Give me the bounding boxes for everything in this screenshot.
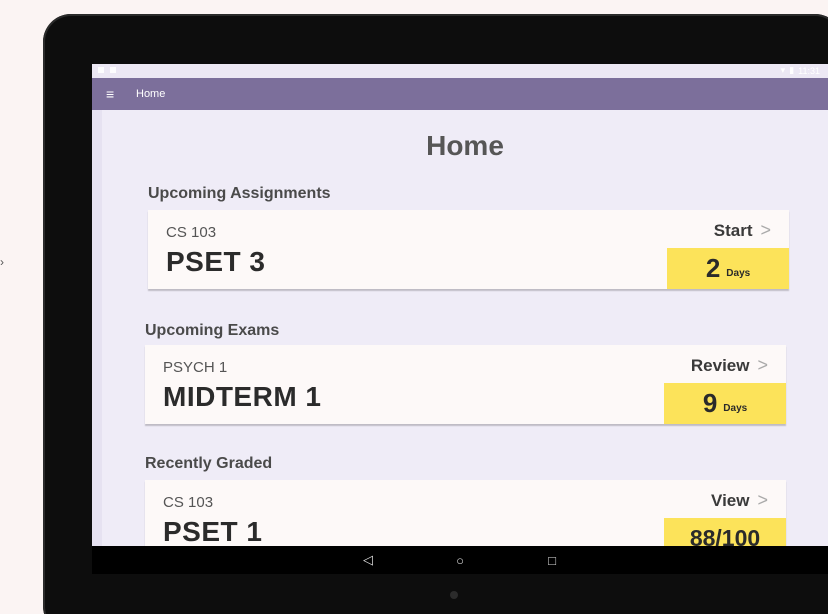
card-course: PSYCH 1 xyxy=(163,359,228,376)
main-content[interactable]: Home Upcoming Assignments CS 103 PSET 3 … xyxy=(92,110,828,546)
battery-icon: ▮ xyxy=(789,65,795,75)
card-title: PSET 3 xyxy=(166,246,266,277)
card-course: CS 103 xyxy=(163,494,214,511)
badge-unit: Days xyxy=(726,268,751,279)
card-title: PSET 1 xyxy=(163,516,263,546)
action-label: View xyxy=(711,490,750,510)
hardware-home-dot xyxy=(450,591,458,599)
badge-unit: Days xyxy=(723,403,748,414)
action-label: Start xyxy=(713,220,753,240)
review-button[interactable]: Review > xyxy=(691,355,768,376)
graded-card[interactable]: CS 103 PSET 1 View > 88/100 xyxy=(145,480,786,546)
exam-card[interactable]: PSYCH 1 MIDTERM 1 Review > 9 Days xyxy=(145,345,786,424)
assignment-card[interactable]: CS 103 PSET 3 Start > 2 Days xyxy=(148,210,789,289)
chevron-right-icon: > xyxy=(760,220,771,240)
recents-icon[interactable]: □ xyxy=(545,553,559,568)
system-nav-bar: ◁ ○ □ xyxy=(92,546,828,574)
status-notification-icons xyxy=(98,67,116,73)
back-icon[interactable]: ◁ xyxy=(361,552,375,568)
section-heading-assignments: Upcoming Assignments xyxy=(148,185,331,202)
badge-score: 88/100 xyxy=(689,525,761,546)
section-heading-graded: Recently Graded xyxy=(145,455,273,472)
card-title: MIDTERM 1 xyxy=(163,381,322,412)
device-screen: ▾ ▮ 11:31 ≡ Home Home Upcoming Assignmen… xyxy=(92,64,828,574)
toolbar-title: Home xyxy=(136,88,166,100)
chevron-right-icon: > xyxy=(757,490,768,510)
page-title: Home xyxy=(426,130,504,161)
view-button[interactable]: View > xyxy=(711,490,768,511)
hamburger-menu-icon[interactable]: ≡ xyxy=(106,87,124,101)
days-badge: 9 Days xyxy=(664,383,786,424)
status-time: 11:31 xyxy=(798,65,820,76)
wifi-icon: ▾ xyxy=(780,65,786,75)
action-label: Review xyxy=(690,355,750,375)
section-heading-exams: Upcoming Exams xyxy=(145,322,280,339)
days-badge: 2 Days xyxy=(667,248,789,289)
card-course: CS 103 xyxy=(166,224,217,241)
chevron-right-icon: > xyxy=(757,355,768,375)
status-right: ▾ ▮ 11:31 xyxy=(781,65,820,76)
notification-icon xyxy=(98,67,104,73)
status-bar: ▾ ▮ 11:31 xyxy=(92,64,828,78)
app-toolbar: ≡ Home xyxy=(92,78,828,110)
home-icon[interactable]: ○ xyxy=(453,553,467,568)
notification-icon xyxy=(110,67,116,73)
score-badge: 88/100 xyxy=(664,518,786,546)
badge-value: 9 xyxy=(702,388,718,418)
offscreen-arrow-icon: › xyxy=(0,255,4,269)
start-button[interactable]: Start > xyxy=(714,220,771,241)
badge-value: 2 xyxy=(705,253,721,283)
